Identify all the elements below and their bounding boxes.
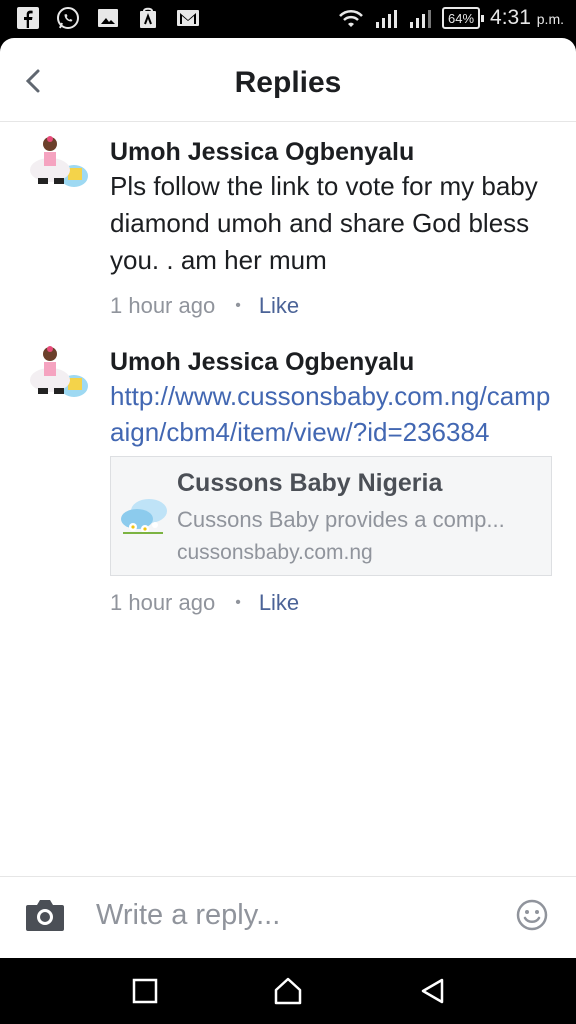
system-nav-bar	[0, 958, 576, 1024]
clock-ampm: p.m.	[536, 11, 564, 27]
avatar[interactable]	[24, 134, 92, 198]
like-button[interactable]: Like	[259, 590, 299, 616]
comment-link[interactable]: http://www.cussonsbaby.com.ng/campaign/c…	[110, 378, 556, 450]
comment-author[interactable]: Umoh Jessica Ogbenyalu	[110, 136, 556, 168]
signal-2-icon	[410, 10, 432, 28]
clock-time: 4:31	[490, 6, 531, 29]
recents-icon[interactable]	[130, 976, 160, 1006]
reply-input[interactable]	[96, 893, 496, 937]
comment-meta: 1 hour ago • Like	[110, 293, 556, 319]
preview-thumbnail	[121, 499, 167, 534]
camera-icon[interactable]	[24, 897, 66, 933]
separator-dot: •	[235, 594, 241, 611]
gallery-icon	[98, 9, 118, 27]
separator-dot: •	[235, 297, 241, 314]
preview-description: Cussons Baby provides a comp...	[177, 507, 505, 532]
header: Replies	[0, 38, 576, 122]
clock: 4:31 p.m.	[490, 6, 564, 30]
page-title: Replies	[234, 66, 342, 99]
facebook-icon	[17, 7, 39, 29]
reply-composer	[0, 876, 576, 958]
preview-domain: cussonsbaby.com.ng	[177, 541, 373, 564]
link-preview-card[interactable]: Cussons Baby Nigeria Cussons Baby provid…	[110, 456, 552, 576]
comment-time: 1 hour ago	[110, 293, 216, 318]
battery-indicator: 64%	[442, 7, 485, 29]
home-icon[interactable]	[273, 976, 303, 1006]
comment-body: Umoh Jessica Ogbenyalu http://www.cusson…	[110, 346, 556, 616]
replies-panel: Replies Umoh Jessica Ogbenyalu Pls follo…	[0, 38, 576, 958]
back-nav-icon[interactable]	[418, 976, 448, 1006]
avatar[interactable]	[24, 344, 92, 408]
status-bar: 64% 4:31 p.m.	[0, 0, 576, 38]
wifi-icon	[339, 9, 363, 27]
whatsapp-icon	[57, 7, 79, 29]
comment-author[interactable]: Umoh Jessica Ogbenyalu	[110, 346, 556, 378]
comment-time: 1 hour ago	[110, 590, 216, 615]
comment-meta: 1 hour ago • Like	[110, 590, 556, 616]
like-button[interactable]: Like	[259, 293, 299, 319]
store-icon	[140, 7, 156, 28]
comment-body: Umoh Jessica Ogbenyalu Pls follow the li…	[110, 136, 556, 319]
emoji-icon[interactable]	[516, 899, 548, 931]
comment-text: Pls follow the link to vote for my baby …	[110, 171, 538, 275]
signal-icon	[376, 10, 398, 28]
preview-title: Cussons Baby Nigeria	[177, 469, 443, 497]
gmail-icon	[177, 10, 199, 26]
